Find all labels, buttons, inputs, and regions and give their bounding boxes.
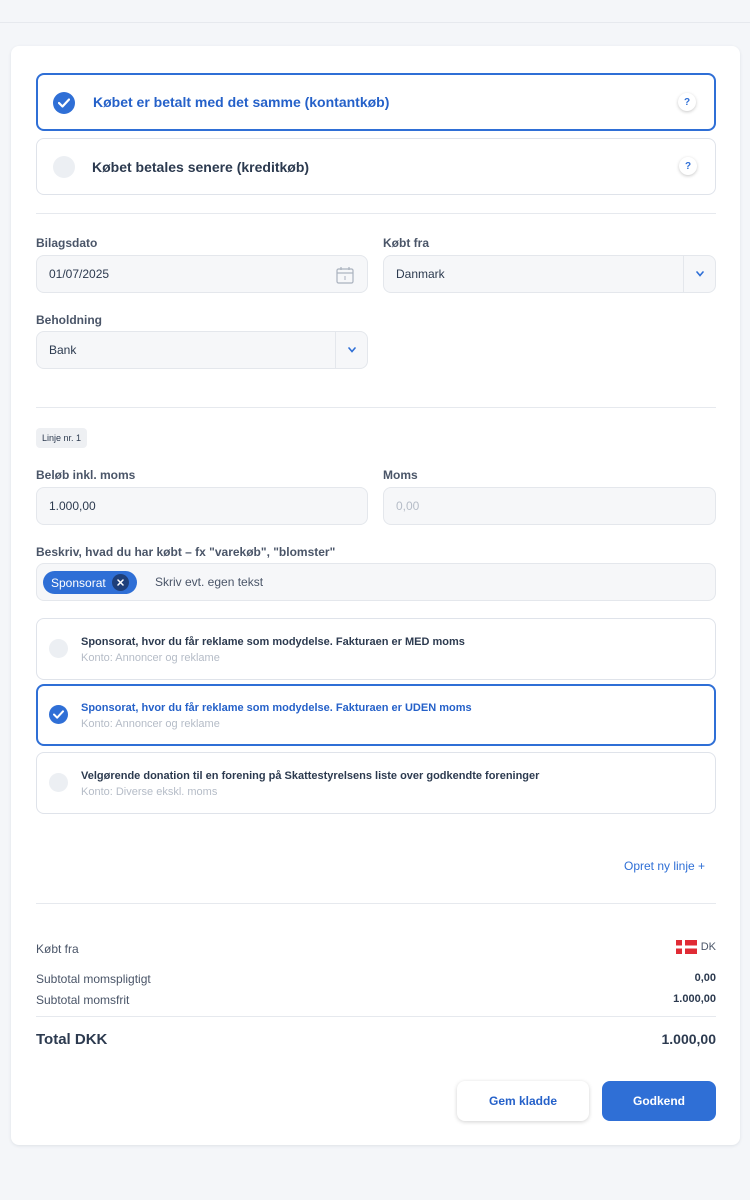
top-bar xyxy=(0,0,750,23)
payment-option-cash[interactable]: Købet er betalt med det samme (kontantkø… xyxy=(36,73,716,131)
save-draft-button[interactable]: Gem kladde xyxy=(457,1081,589,1121)
total-value: 1.000,00 xyxy=(661,1031,717,1047)
chevron-down-icon[interactable] xyxy=(683,256,715,292)
tag-label: Sponsorat xyxy=(51,575,106,590)
amount-label: Beløb inkl. moms xyxy=(36,468,136,482)
bought-from-select[interactable]: Danmark xyxy=(383,255,716,293)
calendar-icon[interactable] xyxy=(335,265,355,285)
date-input[interactable]: 01/07/2025 xyxy=(36,255,368,293)
subtotal-vat-value: 0,00 xyxy=(694,972,716,984)
account-option-title: Sponsorat, hvor du får reklame som modyd… xyxy=(81,636,465,648)
account-option-title: Sponsorat, hvor du får reklame som modyd… xyxy=(81,702,472,714)
describe-label: Beskriv, hvad du har købt – fx "varekøb"… xyxy=(36,545,336,559)
radio-checked-icon[interactable] xyxy=(49,705,68,724)
describe-input[interactable]: Sponsorat Skriv evt. egen tekst xyxy=(36,563,716,601)
describe-placeholder: Skriv evt. egen tekst xyxy=(155,575,264,589)
divider xyxy=(36,903,716,904)
subtotal-free-label: Subtotal momsfrit xyxy=(36,993,130,1007)
account-option-subtitle: Konto: Diverse ekskl. moms xyxy=(81,786,218,798)
summary-total: Total DKK 1.000,00 xyxy=(36,1031,716,1051)
amount-input[interactable]: 1.000,00 xyxy=(36,487,368,525)
remove-tag-icon[interactable] xyxy=(111,574,129,591)
account-option-subtitle: Konto: Annoncer og reklame xyxy=(81,718,220,730)
vat-value: 0,00 xyxy=(396,499,420,513)
holding-value: Bank xyxy=(49,343,77,357)
bought-from-label: Købt fra xyxy=(383,236,429,250)
help-icon[interactable]: ? xyxy=(679,157,697,175)
holding-select[interactable]: Bank xyxy=(36,331,368,369)
summary-bought-from: Købt fra DK xyxy=(36,940,716,956)
summary-subtotal-vat: Subtotal momspligtigt 0,00 xyxy=(36,972,716,986)
holding-label: Beholdning xyxy=(36,313,102,327)
vat-label: Moms xyxy=(383,468,418,482)
country-indicator: DK xyxy=(675,940,716,954)
divider xyxy=(36,1016,716,1017)
help-icon[interactable]: ? xyxy=(678,93,696,111)
vat-input[interactable]: 0,00 xyxy=(383,487,716,525)
account-option-1[interactable]: Sponsorat, hvor du får reklame som modyd… xyxy=(36,618,716,680)
account-option-title: Velgørende donation til en forening på S… xyxy=(81,770,540,782)
subtotal-vat-label: Subtotal momspligtigt xyxy=(36,972,151,986)
radio-unchecked-icon[interactable] xyxy=(49,639,68,658)
line-number-badge: Linje nr. 1 xyxy=(36,428,88,448)
account-option-subtitle: Konto: Annoncer og reklame xyxy=(81,652,220,664)
summary-bought-from-label: Købt fra xyxy=(36,942,79,956)
summary-subtotal-free: Subtotal momsfrit 1.000,00 xyxy=(36,993,716,1007)
purchase-form-card: Købet er betalt med det samme (kontantkø… xyxy=(11,46,740,1145)
bought-from-value: Danmark xyxy=(396,267,445,281)
divider xyxy=(36,407,716,408)
approve-button[interactable]: Godkend xyxy=(602,1081,716,1121)
account-option-3[interactable]: Velgørende donation til en forening på S… xyxy=(36,752,716,814)
new-line-link[interactable]: Opret ny linje + xyxy=(624,859,705,873)
total-label: Total DKK xyxy=(36,1031,108,1048)
amount-value: 1.000,00 xyxy=(49,499,96,513)
radio-unchecked-icon[interactable] xyxy=(53,156,75,178)
country-code: DK xyxy=(700,941,716,953)
tag-chip[interactable]: Sponsorat xyxy=(43,571,137,594)
date-value: 01/07/2025 xyxy=(49,267,110,281)
chevron-down-icon[interactable] xyxy=(335,332,367,368)
payment-option-credit[interactable]: Købet betales senere (kreditkøb) ? xyxy=(36,138,716,195)
account-option-2[interactable]: Sponsorat, hvor du får reklame som modyd… xyxy=(36,684,716,746)
payment-option-credit-label: Købet betales senere (kreditkøb) xyxy=(92,158,310,175)
subtotal-free-value: 1.000,00 xyxy=(673,993,716,1005)
denmark-flag-icon xyxy=(675,940,697,954)
divider xyxy=(36,213,716,214)
radio-unchecked-icon[interactable] xyxy=(49,773,68,792)
date-label: Bilagsdato xyxy=(36,236,98,250)
radio-checked-icon[interactable] xyxy=(53,92,75,114)
payment-option-cash-label: Købet er betalt med det samme (kontantkø… xyxy=(93,94,390,110)
